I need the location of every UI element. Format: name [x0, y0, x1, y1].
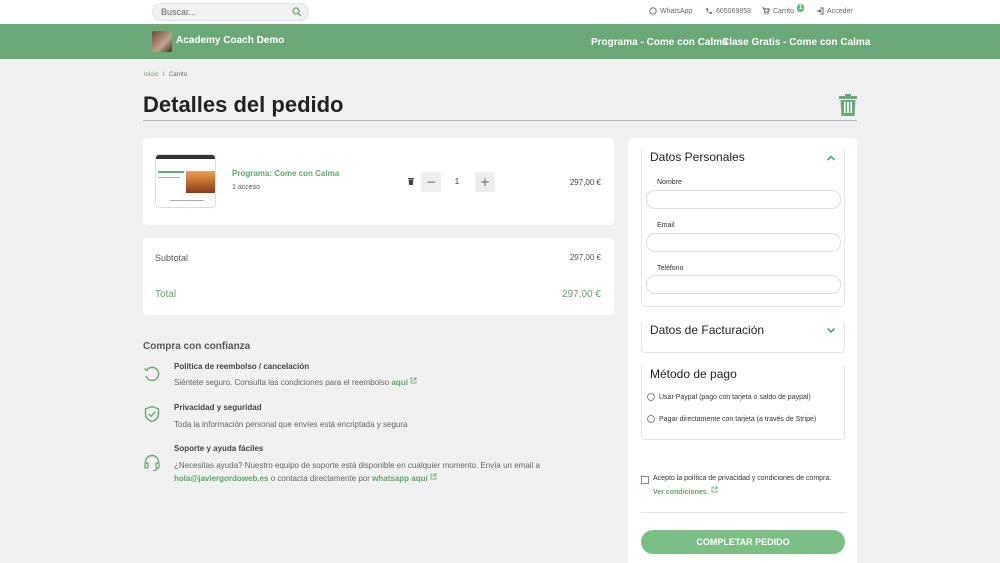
payment-section: Método de pago Usar Paypal (pago con tar… — [641, 365, 845, 440]
phone-icon — [706, 8, 713, 14]
phone-link[interactable]: 605069858 — [705, 7, 751, 15]
breadcrumb-current: Carrito — [169, 72, 188, 78]
refund-icon — [144, 366, 160, 382]
phone-field[interactable] — [646, 275, 841, 294]
site-header: Academy Coach Demo Programa - Come con C… — [0, 24, 1000, 59]
external-link-icon — [410, 377, 417, 384]
trust-title: Compra con confianza — [143, 341, 251, 352]
product-thumbnail[interactable] — [155, 154, 216, 208]
support-heading: Soporte y ayuda fáciles — [174, 444, 264, 453]
shield-icon — [144, 405, 160, 423]
quantity-increase-button[interactable]: + — [475, 172, 495, 192]
email-field[interactable] — [646, 233, 841, 252]
top-bar: WhatsApp 605069858 Carrito 1 Acceder — [0, 0, 1000, 24]
refund-text: Siéntete seguro. Consulta las condicione… — [174, 376, 417, 389]
panel-divider — [641, 512, 846, 513]
breadcrumb-separator: / — [162, 72, 165, 78]
personal-data-title[interactable]: Datos Personales — [650, 150, 745, 164]
support-email-link[interactable]: hola@javiergordoweb.es — [174, 474, 269, 483]
search-input[interactable] — [161, 5, 286, 19]
quantity-decrease-button[interactable]: − — [421, 172, 441, 192]
brand-avatar[interactable] — [152, 31, 172, 52]
whatsapp-link[interactable]: WhatsApp — [649, 7, 692, 15]
cart-count-badge: 1 — [797, 4, 805, 12]
support-text: ¿Necesitas ayuda? Nuestro equipo de sopo… — [174, 459, 614, 485]
privacy-heading: Privacidad y seguridad — [174, 403, 262, 412]
trash-icon[interactable] — [838, 94, 858, 116]
cart-icon — [762, 7, 770, 15]
remove-item-icon[interactable] — [407, 177, 415, 185]
subtotal-label: Subtotal — [155, 253, 189, 263]
support-mid-text: o contacta directamente por — [270, 474, 370, 483]
product-price: 297,00 € — [569, 178, 601, 187]
chevron-down-icon[interactable] — [826, 325, 836, 335]
totals-card: Subtotal 297,00 € Total 297,00 € — [143, 238, 614, 315]
search-icon[interactable] — [292, 7, 302, 17]
login-icon — [817, 7, 824, 15]
consent-text: Acepto la política de privacidad y condi… — [653, 475, 832, 482]
personal-data-section: Datos Personales Nombre Email Teléfono — [641, 147, 845, 307]
paypal-radio[interactable] — [647, 393, 655, 401]
phone-number: 605069858 — [716, 7, 752, 15]
checkout-panel: Datos Personales Nombre Email Teléfono D… — [628, 138, 857, 563]
page-title: Detalles del pedido — [143, 92, 344, 117]
billing-title[interactable]: Datos de Facturación — [650, 323, 764, 337]
email-label: Email — [657, 222, 675, 229]
login-link[interactable]: Acceder — [816, 7, 853, 15]
complete-order-button[interactable]: COMPLETAR PEDIDO — [641, 530, 845, 554]
name-label: Nombre — [657, 179, 682, 186]
phone-label: Teléfono — [657, 265, 684, 272]
breadcrumb-home[interactable]: Inicio — [144, 72, 158, 78]
cart-label: Carrito — [773, 7, 795, 15]
refund-link[interactable]: aquí — [391, 378, 407, 387]
total-value: 297,00 € — [562, 289, 601, 300]
stripe-radio[interactable] — [647, 415, 655, 423]
chevron-up-icon[interactable] — [826, 153, 836, 163]
conditions-link[interactable]: Ver condiciones. — [653, 486, 718, 496]
total-label: Total — [155, 289, 177, 300]
paypal-label: Usar Paypal (pago con tarjeta o saldo de… — [659, 393, 811, 401]
consent-checkbox[interactable] — [641, 476, 649, 484]
support-whatsapp-link[interactable]: whatsapp aquí — [372, 474, 428, 483]
external-link-icon — [711, 486, 717, 493]
cart-link[interactable]: Carrito 1 — [762, 4, 805, 15]
login-label: Acceder — [827, 7, 853, 15]
refund-description: Siéntete seguro. Consulta las condicione… — [174, 378, 390, 387]
external-link-icon — [430, 473, 437, 480]
whatsapp-label: WhatsApp — [660, 7, 693, 15]
conditions-link-label: Ver condiciones. — [653, 489, 709, 496]
search-box — [152, 3, 309, 21]
support-description: ¿Necesitas ayuda? Nuestro equipo de sopo… — [174, 461, 540, 470]
product-name[interactable]: Programa: Come con Calma — [232, 169, 339, 178]
breadcrumb: Inicio / Carrito — [144, 72, 187, 78]
nav-programa[interactable]: Programa - Come con Calma — [591, 37, 728, 48]
quantity-value[interactable]: 1 — [451, 177, 463, 186]
headset-icon — [144, 454, 160, 472]
whatsapp-icon — [649, 7, 657, 15]
product-access: 1 acceso — [232, 184, 261, 191]
payment-option-paypal[interactable]: Usar Paypal (pago con tarjeta o saldo de… — [647, 393, 811, 401]
brand-name[interactable]: Academy Coach Demo — [176, 35, 284, 46]
subtotal-value: 297,00 € — [569, 253, 601, 262]
payment-option-stripe[interactable]: Pagar directamente con tarjeta (a través… — [647, 415, 816, 423]
stripe-label: Pagar directamente con tarjeta (a través… — [659, 415, 817, 423]
privacy-text: Toda la información personal que envíes … — [174, 420, 408, 429]
cart-item-card: Programa: Come con Calma 1 acceso − 1 + … — [143, 138, 614, 225]
title-divider — [143, 120, 857, 121]
name-field[interactable] — [646, 190, 841, 209]
nav-clase-gratis[interactable]: Clase Gratis - Come con Calma — [722, 37, 870, 48]
billing-section[interactable]: Datos de Facturación — [641, 320, 845, 353]
payment-title: Método de pago — [650, 367, 737, 381]
refund-heading: Política de reembolso / cancelación — [174, 362, 310, 371]
